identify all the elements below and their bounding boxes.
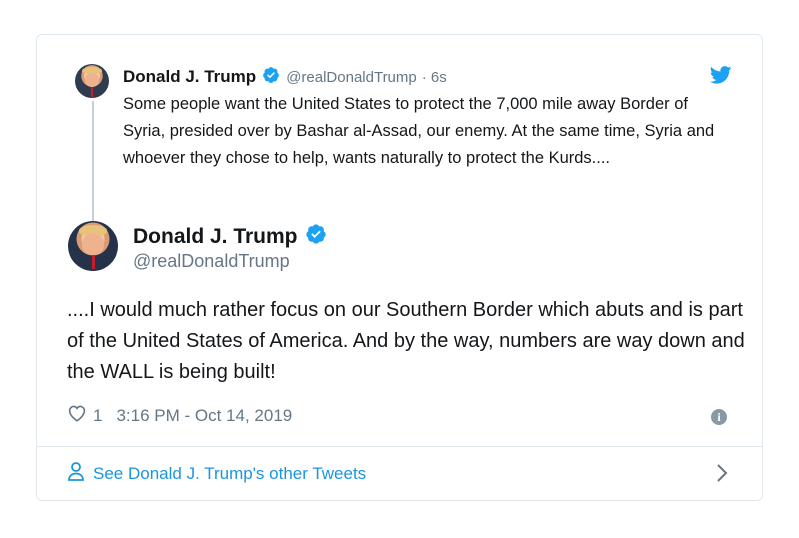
main-avatar[interactable] <box>68 221 118 271</box>
avatar-tie <box>90 87 93 97</box>
quoted-avatar[interactable] <box>75 64 109 98</box>
quoted-tweet-text: Some people want the United States to pr… <box>123 95 715 167</box>
see-other-tweets-link[interactable]: See Donald J. Trump's other Tweets <box>67 461 366 486</box>
chevron-right-icon[interactable] <box>716 463 728 488</box>
main-tweet-text: ....I would much rather focus on our Sou… <box>67 299 745 383</box>
tweet-meta: 1 3:16 PM - Oct 14, 2019 <box>67 404 292 427</box>
tweet-timestamp[interactable]: 3:16 PM - Oct 14, 2019 <box>116 406 292 426</box>
info-icon[interactable]: i <box>711 409 727 425</box>
person-icon <box>67 461 85 486</box>
quoted-header: Donald J. Trump @realDonaldTrump · 6s <box>123 66 447 88</box>
main-author-row: Donald J. Trump <box>133 223 327 251</box>
verified-badge-icon <box>262 66 280 89</box>
footer-divider <box>37 446 762 447</box>
see-other-tweets-label[interactable]: See Donald J. Trump's other Tweets <box>93 464 366 484</box>
avatar-face <box>84 72 100 88</box>
avatar-tie <box>91 255 95 269</box>
quoted-author-handle[interactable]: @realDonaldTrump <box>286 69 417 86</box>
avatar-face <box>82 234 104 255</box>
quoted-timestamp[interactable]: · 6s <box>422 69 447 86</box>
heart-icon[interactable] <box>67 404 87 427</box>
like-count[interactable]: 1 <box>93 406 102 426</box>
verified-badge-icon <box>305 223 327 251</box>
quoted-author-name[interactable]: Donald J. Trump <box>123 67 256 87</box>
main-author-handle[interactable]: @realDonaldTrump <box>133 251 290 272</box>
tweet-card: Donald J. Trump @realDonaldTrump · 6s So… <box>36 34 763 501</box>
bird-logo-icon[interactable] <box>709 66 732 89</box>
main-author-name[interactable]: Donald J. Trump <box>133 225 298 249</box>
